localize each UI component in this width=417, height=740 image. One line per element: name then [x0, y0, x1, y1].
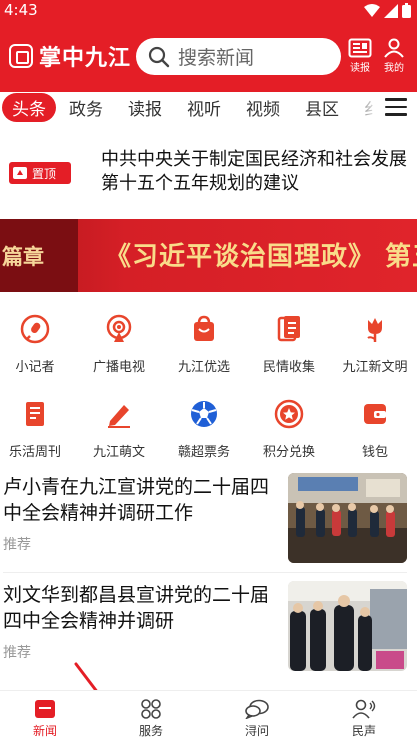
newspaper-icon [348, 38, 372, 58]
service-jiujiang-cute-text[interactable]: 九江萌文 [77, 399, 161, 460]
journal-icon [26, 402, 44, 426]
news-tag: 推荐 [3, 537, 31, 553]
wifi-icon [364, 3, 380, 17]
app-bar: 掌中九江 搜索新闻 读报 我的 [0, 36, 417, 78]
service-gan-super-tickets[interactable]: 赣超票务 [162, 399, 246, 460]
news-title: 卢小青在九江宣讲党的二十届四中全会精神并调研工作 [3, 476, 270, 524]
service-label: 九江新文明 [342, 360, 408, 375]
tab-headline[interactable]: 头条 [2, 92, 56, 122]
mine-label: 我的 [384, 63, 404, 74]
service-new-civilization[interactable]: 九江新文明 [333, 314, 417, 375]
service-points-exchange[interactable]: 积分兑换 [247, 399, 331, 460]
banner-left-text: 篇章 [0, 219, 78, 292]
banner[interactable]: 篇章 《习近平谈治国理政》 第五 [0, 219, 417, 292]
service-label: 民情收集 [262, 360, 315, 375]
bottom-nav-public-voice[interactable]: 民声 [334, 699, 394, 739]
news-item[interactable]: 卢小青在九江宣讲党的二十届四中全会精神并调研工作 推荐 [0, 473, 417, 572]
service-leisure-weekly[interactable]: 乐活周刊 [0, 399, 77, 460]
bottom-nav-services[interactable]: 服务 [121, 699, 181, 739]
news-thumbnail [288, 473, 407, 563]
category-tabs: 头条 政务 读报 视听 视频 县区 纟 [0, 92, 417, 122]
status-icons [364, 3, 411, 18]
bottom-nav-news[interactable]: 新闻 [15, 699, 75, 739]
broadcast-icon [106, 314, 132, 342]
soccer-ball-icon [191, 401, 217, 427]
news-icon [35, 700, 55, 718]
tab-government[interactable]: 政务 [69, 95, 103, 120]
tab-county[interactable]: 县区 [305, 95, 339, 120]
news-photo-image [288, 581, 407, 671]
chat-icon [245, 699, 269, 719]
bottom-nav-xunwen[interactable]: 浔问 [227, 699, 287, 739]
bottom-nav: 新闻 服务 浔问 民声 [0, 690, 417, 740]
user-icon [384, 38, 404, 58]
pin-icon [13, 167, 27, 179]
people-voice-icon [352, 699, 376, 719]
read-paper-label: 读报 [350, 63, 370, 74]
app-logo: 掌中九江 [9, 40, 131, 72]
service-broadcast-tv[interactable]: 广播电视 [77, 314, 161, 375]
pinned-badge-label: 置顶 [32, 166, 57, 181]
tab-fade [347, 92, 387, 122]
tab-video[interactable]: 视频 [246, 95, 280, 120]
service-grid-row-2: 乐活周刊 九江萌文 赣超票务 积分兑换 钱包 [0, 399, 417, 460]
microphone-icon [20, 314, 50, 344]
bottom-nav-label: 服务 [138, 724, 163, 738]
service-label: 小记者 [15, 360, 55, 375]
service-grid-row-1: 小记者 广播电视 九江优选 民情收集 九江新文明 [0, 314, 417, 375]
news-thumbnail [288, 581, 407, 671]
bottom-nav-label: 浔问 [244, 724, 269, 738]
document-icon [277, 316, 300, 342]
status-bar: 4:43 [0, 0, 417, 22]
bottom-nav-label: 民声 [351, 724, 376, 738]
service-label: 赣超票务 [177, 445, 230, 460]
logo-mark-icon [9, 44, 33, 68]
pinned-article[interactable]: 置顶 中共中央关于制定国民经济和社会发展第十五个五年规划的建议 [0, 140, 417, 206]
news-title: 刘文华到都昌县宣讲党的二十届四中全会精神并调研 [3, 584, 270, 632]
pinned-badge: 置顶 [9, 162, 71, 184]
flower-icon [367, 318, 382, 342]
divider [3, 572, 407, 573]
service-jiujiang-select[interactable]: 九江优选 [162, 314, 246, 375]
service-label: 广播电视 [92, 360, 145, 375]
mine-button[interactable]: 我的 [380, 38, 408, 74]
pen-icon [108, 405, 130, 428]
service-label: 九江萌文 [92, 445, 145, 460]
battery-icon [402, 3, 411, 18]
service-label: 钱包 [361, 445, 388, 460]
news-item[interactable]: 刘文华到都昌县宣讲党的二十届四中全会精神并调研 推荐 [0, 581, 417, 680]
banner-title: 《习近平谈治国理政》 第五 [105, 242, 417, 272]
status-time: 4:43 [4, 1, 38, 19]
service-wallet[interactable]: 钱包 [333, 399, 417, 460]
news-tag: 推荐 [3, 645, 31, 661]
tab-read-paper[interactable]: 读报 [128, 95, 162, 120]
service-public-opinion[interactable]: 民情收集 [247, 314, 331, 375]
bottom-nav-label: 新闻 [32, 724, 57, 738]
service-label: 乐活周刊 [8, 445, 61, 460]
services-icon [141, 699, 161, 719]
tab-audiovisual[interactable]: 视听 [187, 95, 221, 120]
read-paper-button[interactable]: 读报 [346, 38, 374, 74]
wallet-icon [364, 404, 386, 424]
service-little-reporter[interactable]: 小记者 [0, 314, 77, 375]
app-header: 4:43 掌中九江 搜索新闻 读报 我的 [0, 0, 417, 92]
service-label: 积分兑换 [262, 445, 315, 460]
signal-icon [384, 3, 398, 18]
tab-menu-icon[interactable] [385, 98, 407, 121]
app-title: 掌中九江 [39, 46, 132, 71]
news-photo-image [288, 473, 407, 563]
shopping-bag-icon [194, 315, 214, 341]
service-label: 九江优选 [177, 360, 230, 375]
pinned-title: 中共中央关于制定国民经济和社会发展第十五个五年规划的建议 [101, 149, 407, 194]
search-placeholder: 搜索新闻 [178, 47, 255, 69]
star-badge-icon [274, 399, 304, 429]
search-box[interactable]: 搜索新闻 [136, 38, 341, 75]
search-icon [148, 46, 170, 67]
